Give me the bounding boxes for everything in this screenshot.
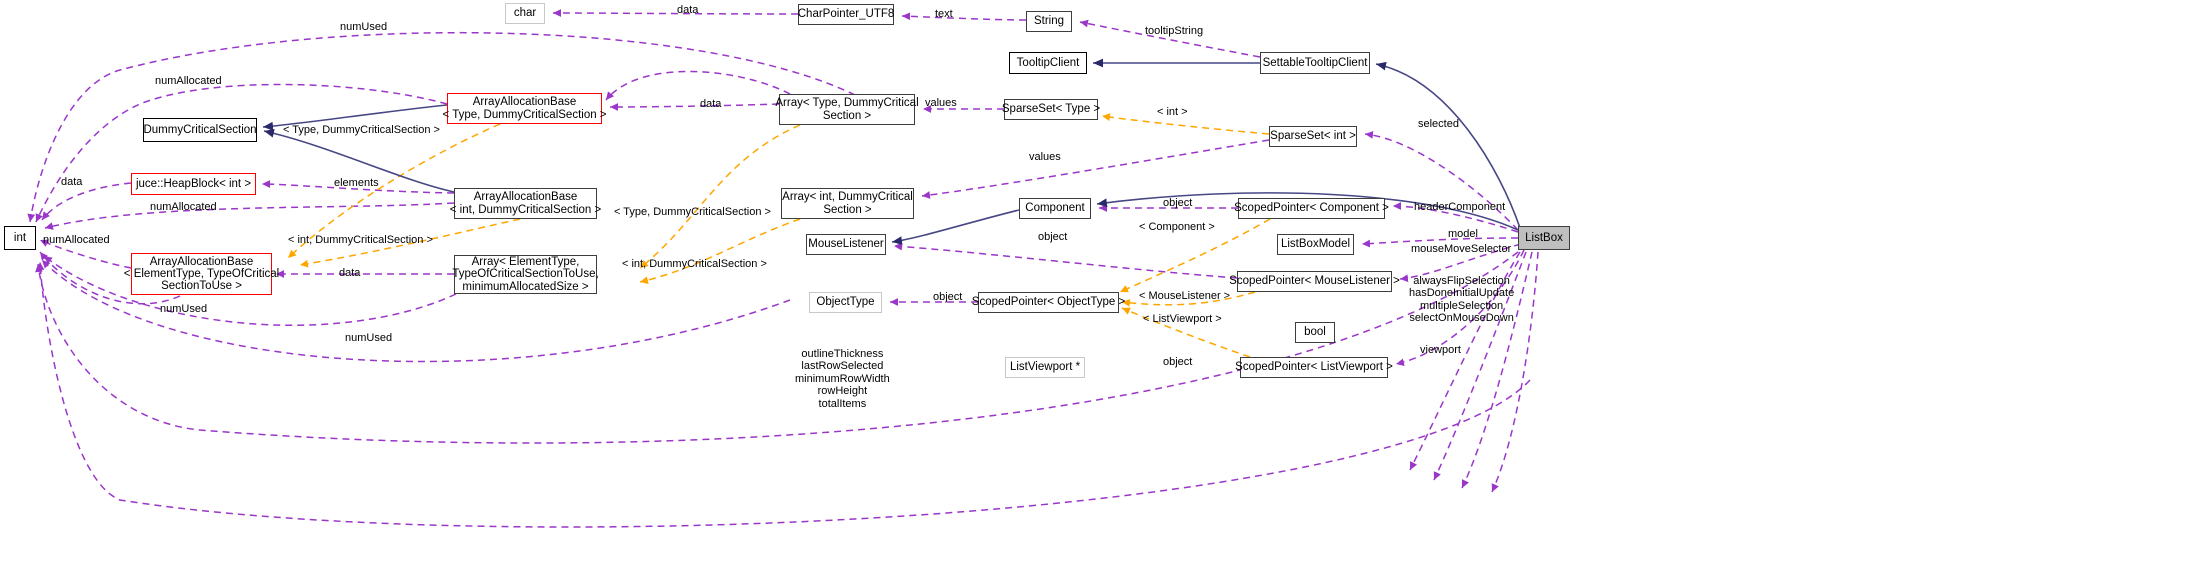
edge-label-data-2: data (339, 267, 361, 279)
edge-label-selected: selected (1418, 118, 1459, 130)
node-bool[interactable]: bool (1295, 322, 1335, 343)
node-array-elementtype[interactable]: Array< ElementType, TypeOfCriticalSectio… (452, 255, 599, 294)
node-char[interactable]: char (505, 3, 545, 24)
node-objecttype[interactable]: ObjectType (809, 292, 882, 313)
node-listviewport-pointer[interactable]: ListViewport * (1005, 357, 1085, 378)
edge-label-boolean-flags: alwaysFlipSelection hasDoneInitialUpdate… (1409, 275, 1515, 325)
edge-label-listbox-int-properties: outlineThickness lastRowSelected minimum… (795, 348, 890, 410)
node-component[interactable]: Component (1019, 198, 1091, 219)
node-scopedpointer-listviewport[interactable]: ScopedPointer< ListViewport > (1235, 357, 1393, 378)
edge-label-numused-2: numUsed (160, 303, 208, 315)
node-listboxmodel[interactable]: ListBoxModel (1277, 234, 1354, 255)
edge-label-data: data (61, 176, 83, 188)
edge-label-tooltipstring: tooltipString (1145, 25, 1204, 37)
node-array-int[interactable]: Array< int, DummyCritical Section > (781, 188, 914, 219)
edge-label-int-template: < int > (1157, 106, 1188, 118)
node-charpointer-utf8[interactable]: CharPointer_UTF8 (798, 4, 894, 25)
edge-label-mouselistener-template: < MouseListener > (1139, 290, 1231, 302)
node-mouselistener[interactable]: MouseListener (806, 234, 886, 255)
edge-label-numallocated-3: numAllocated (43, 234, 110, 246)
node-arrayallocationbase-elementtype[interactable]: ArrayAllocationBase < ElementType, TypeO… (124, 253, 279, 295)
edge-label-component-template: < Component > (1139, 221, 1215, 233)
edge-label-listviewport-template: < ListViewport > (1143, 313, 1222, 325)
edge-label-type-dummycriticalsection-2: < Type, DummyCriticalSection > (614, 206, 771, 218)
edge-label-text: text (935, 8, 953, 20)
node-string[interactable]: String (1026, 11, 1072, 32)
edge-label-object-listviewport: object (1163, 356, 1193, 368)
node-arrayallocationbase-int[interactable]: ArrayAllocationBase < int, DummyCritical… (450, 188, 601, 219)
node-int[interactable]: int (4, 226, 36, 250)
edge-label-data-char: data (677, 4, 699, 16)
edge-label-int-dummycriticalsection-2: < int, DummyCriticalSection > (622, 258, 767, 270)
node-array-type[interactable]: Array< Type, DummyCritical Section > (775, 94, 919, 125)
edge-label-elements: elements (334, 177, 379, 189)
node-scopedpointer-objecttype[interactable]: ScopedPointer< ObjectType > (972, 292, 1125, 313)
edge-label-values-2: values (1029, 151, 1061, 163)
edge-label-data-arrayallocationbase: data (700, 98, 722, 110)
node-scopedpointer-component[interactable]: ScopedPointer< Component > (1234, 198, 1389, 219)
edge-label-values: values (925, 97, 957, 109)
node-sparseset-int[interactable]: SparseSet< int > (1269, 126, 1357, 147)
edge-label-numused: numUsed (340, 21, 388, 33)
edge-label-object-component: object (1163, 197, 1193, 209)
edge-label-numallocated-2: numAllocated (150, 201, 217, 213)
edge-label-numallocated: numAllocated (155, 75, 222, 87)
node-settabletooltipclient[interactable]: SettableTooltipClient (1260, 52, 1370, 74)
edge-label-numused-3: numUsed (345, 332, 393, 344)
edge-label-headercomponent: headerComponent (1414, 201, 1506, 213)
node-scopedpointer-mouselistener[interactable]: ScopedPointer< MouseListener > (1229, 271, 1400, 292)
edge-label-int-dummycriticalsection: < int, DummyCriticalSection > (288, 234, 433, 246)
edge-label-viewport: viewport (1420, 344, 1461, 356)
edge-label-object-objecttype: object (933, 291, 963, 303)
node-dummycriticalsection[interactable]: DummyCriticalSection (143, 118, 257, 142)
node-arrayallocationbase-type[interactable]: ArrayAllocationBase < Type, DummyCritica… (442, 93, 607, 124)
node-listbox[interactable]: ListBox (1518, 226, 1570, 250)
diagram-canvas: int juce::HeapBlock< int > DummyCritical… (0, 0, 2185, 584)
edge-label-model: model (1448, 228, 1478, 240)
edge-label-type-dummycriticalsection: < Type, DummyCriticalSection > (283, 124, 440, 136)
node-tooltipclient[interactable]: TooltipClient (1009, 52, 1087, 74)
node-sparseset-type[interactable]: SparseSet< Type > (1002, 99, 1100, 120)
node-juce-heapblock-int[interactable]: juce::HeapBlock< int > (131, 173, 256, 195)
edge-label-mousemoveselector: mouseMoveSelector (1411, 243, 1512, 255)
edge-label-object-mouselistener: object (1038, 231, 1068, 243)
